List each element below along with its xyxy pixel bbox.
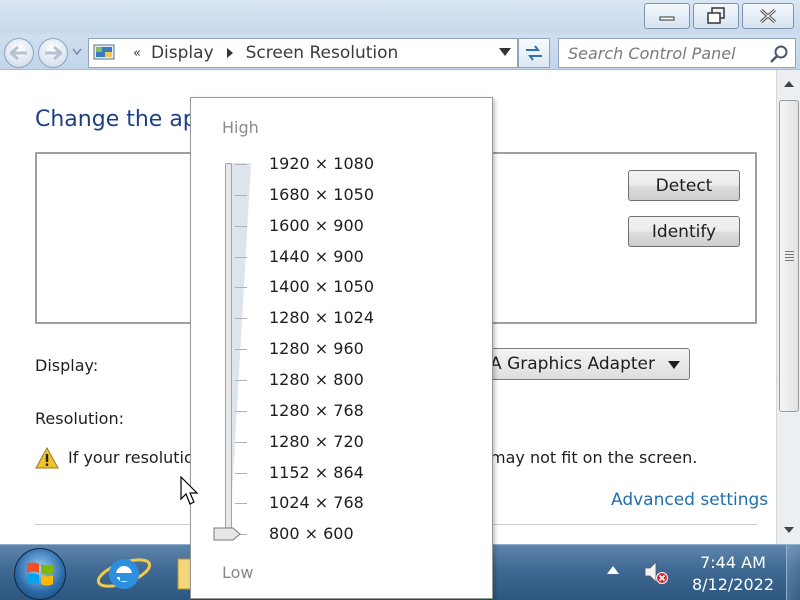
clock-time: 7:44 AM	[700, 553, 766, 572]
navigation-bar: « Display Screen Resolution	[0, 34, 800, 70]
warning-icon	[35, 447, 59, 469]
resolution-option[interactable]: 1280 × 960	[269, 339, 364, 358]
slider-tick	[235, 164, 247, 165]
resolution-option[interactable]: 1280 × 768	[269, 401, 364, 420]
slider-tick	[235, 194, 247, 196]
resolution-option[interactable]: 1440 × 900	[269, 247, 364, 266]
scroll-up-button[interactable]	[779, 74, 799, 94]
resolution-option[interactable]: 1280 × 1024	[269, 308, 374, 327]
show-hidden-icons-button[interactable]	[607, 566, 619, 574]
start-button[interactable]	[14, 548, 66, 600]
control-panel-icon	[93, 44, 115, 60]
scroll-down-button[interactable]	[779, 520, 799, 540]
slider-tick	[235, 410, 247, 412]
volume-muted-icon[interactable]	[643, 559, 669, 585]
chevron-down-icon	[784, 527, 794, 533]
minimize-icon	[659, 16, 675, 21]
back-button[interactable]	[4, 38, 34, 68]
breadcrumb-screen-resolution[interactable]: Screen Resolution	[246, 43, 399, 63]
forward-button[interactable]	[38, 38, 68, 68]
title-bar	[0, 0, 800, 34]
window-controls	[644, 3, 794, 29]
slider-tick	[235, 287, 247, 289]
refresh-icon	[526, 45, 542, 61]
slider-tick	[235, 503, 247, 505]
restore-icon	[707, 7, 725, 24]
slider-high-label: High	[222, 118, 259, 137]
resolution-option[interactable]: 1280 × 720	[269, 432, 364, 451]
internet-explorer-icon	[96, 558, 152, 589]
slider-tick	[235, 441, 247, 443]
address-bar[interactable]: « Display Screen Resolution	[88, 38, 518, 68]
forward-arrow-icon	[45, 46, 62, 60]
restore-button[interactable]	[693, 3, 739, 29]
display-select-value: VGA Graphics Adapter	[465, 354, 655, 374]
close-button[interactable]	[742, 3, 794, 29]
resolution-slider-track[interactable]	[225, 163, 232, 533]
resolution-slider-popup: High 1920 × 1080 1680 × 1050 1600 × 900 144…	[190, 97, 493, 599]
slider-tick	[235, 472, 247, 474]
clock-date: 8/12/2022	[691, 575, 775, 594]
warning-text-left: If your resolutio	[68, 448, 194, 467]
slider-tick	[235, 349, 247, 351]
display-label: Display:	[35, 356, 99, 375]
resolution-option[interactable]: 1600 × 900	[269, 216, 364, 235]
search-box[interactable]	[558, 38, 796, 68]
resolution-option[interactable]: 800 × 600	[269, 524, 354, 543]
show-desktop-button[interactable]	[786, 545, 800, 600]
minimize-button[interactable]	[644, 3, 690, 29]
slider-tick	[235, 318, 247, 320]
identify-button[interactable]: Identify	[628, 216, 740, 247]
slider-tick	[235, 379, 247, 381]
breadcrumb-chevron-icon[interactable]	[226, 47, 234, 59]
resolution-label: Resolution:	[35, 409, 124, 428]
breadcrumb-display[interactable]: Display	[151, 43, 214, 63]
slider-tick	[235, 225, 247, 227]
detect-button[interactable]: Detect	[628, 170, 740, 201]
windows-logo-icon	[27, 562, 53, 586]
search-icon[interactable]	[769, 44, 789, 64]
scrollbar-grip	[785, 251, 794, 263]
resolution-option[interactable]: 1152 × 864	[269, 463, 364, 482]
address-overflow[interactable]: «	[133, 46, 141, 61]
page-title: Change the ap	[35, 107, 197, 132]
address-dropdown-icon[interactable]	[499, 47, 511, 57]
resolution-option[interactable]: 1680 × 1050	[269, 185, 374, 204]
resolution-option[interactable]: 1280 × 800	[269, 370, 364, 389]
clock[interactable]: 7:44 AM 8/12/2022	[688, 552, 778, 596]
chevron-down-icon	[668, 361, 680, 369]
warning-text-right: may not fit on the screen.	[490, 448, 698, 467]
resolution-slider-thumb[interactable]	[213, 527, 241, 541]
vertical-scrollbar[interactable]	[776, 70, 800, 544]
scrollbar-thumb[interactable]	[779, 100, 799, 412]
chevron-up-icon	[784, 81, 794, 87]
slider-tick	[235, 256, 247, 258]
resolution-option[interactable]: 1920 × 1080	[269, 154, 374, 173]
search-input[interactable]	[568, 43, 763, 63]
resolution-option[interactable]: 1400 × 1050	[269, 277, 374, 296]
advanced-settings-link[interactable]: Advanced settings	[611, 490, 768, 510]
refresh-button[interactable]	[518, 38, 550, 68]
internet-explorer-taskbar-button[interactable]	[92, 549, 156, 597]
recent-pages-dropdown-icon[interactable]	[72, 48, 82, 56]
back-arrow-icon	[10, 46, 27, 60]
resolution-option[interactable]: 1024 × 768	[269, 493, 364, 512]
mouse-cursor-icon	[180, 476, 199, 505]
slider-low-label: Low	[222, 563, 254, 582]
close-icon	[760, 8, 776, 24]
